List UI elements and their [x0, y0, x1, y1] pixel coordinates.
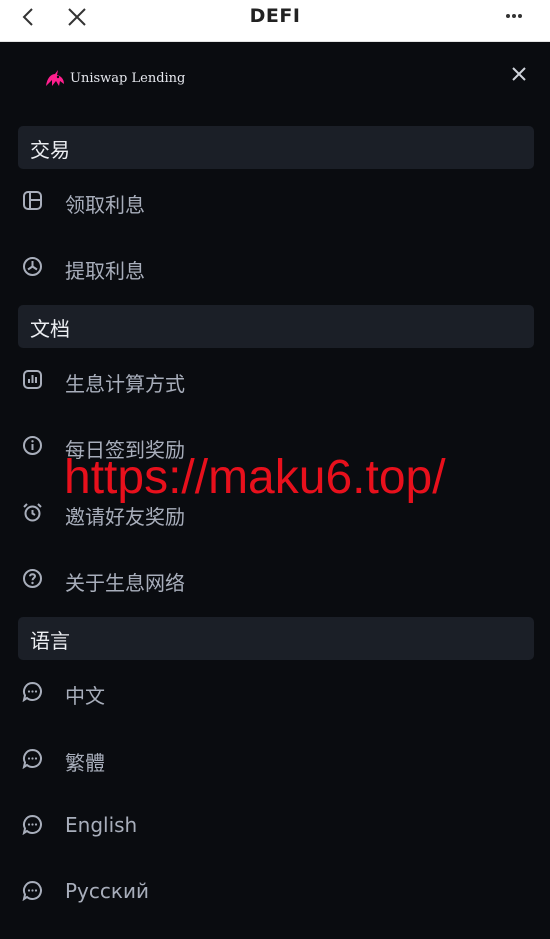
chat-icon	[22, 880, 42, 901]
chat-icon	[22, 748, 42, 769]
chat-icon	[22, 681, 42, 702]
chat-icon	[22, 814, 42, 835]
watermark-url-text: https://maku6.top/	[64, 451, 446, 504]
menu-item-label: 关于生息网络	[65, 571, 185, 595]
section-header-docs: 文档	[18, 305, 534, 348]
section-title: 交易	[30, 138, 70, 162]
language-label: 中文	[65, 684, 105, 708]
language-option-chinese-simplified[interactable]: 中文	[0, 668, 550, 718]
menu-item-label: 邀请好友奖励	[65, 505, 185, 529]
brand-name: Uniswap Lending	[70, 70, 186, 86]
section-title: 语言	[30, 629, 70, 653]
info-icon	[23, 436, 42, 455]
menu-item-interest-calculation[interactable]: 生息计算方式	[0, 356, 550, 406]
language-option-chinese-traditional[interactable]: 繁體	[0, 735, 550, 785]
bar-chart-icon	[23, 370, 42, 389]
back-arrow-icon[interactable]	[18, 6, 40, 28]
brand-logo[interactable]: Uniswap Lending	[42, 64, 185, 90]
help-icon	[23, 569, 42, 588]
section-title: 文档	[30, 317, 70, 341]
more-options-icon[interactable]	[504, 6, 524, 26]
menu-item-claim-interest[interactable]: 领取利息	[0, 177, 550, 227]
menu-item-label: 提取利息	[65, 259, 145, 283]
pie-chart-icon	[23, 257, 42, 276]
language-label: Русский	[65, 879, 149, 903]
alarm-icon	[23, 503, 42, 522]
menu-item-label: 生息计算方式	[65, 372, 185, 396]
menu-item-label: 领取利息	[65, 193, 145, 217]
language-label: English	[65, 813, 138, 837]
unicorn-logo-icon	[46, 70, 64, 86]
menu-item-about[interactable]: 关于生息网络	[0, 555, 550, 605]
layout-icon	[23, 191, 42, 210]
language-label: 繁體	[65, 751, 105, 775]
menu-item-withdraw-interest[interactable]: 提取利息	[0, 243, 550, 293]
section-header-language: 语言	[18, 617, 534, 660]
language-option-russian[interactable]: Русский	[0, 867, 550, 917]
close-icon[interactable]	[66, 6, 88, 28]
app-top-bar: DEFI	[0, 0, 550, 42]
menu-close-icon[interactable]	[509, 64, 529, 84]
section-header-trade: 交易	[18, 126, 534, 169]
language-option-english[interactable]: English	[0, 801, 550, 851]
